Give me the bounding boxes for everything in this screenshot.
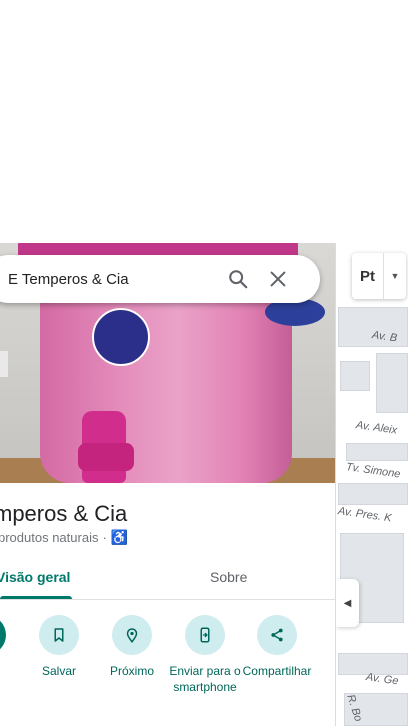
action-label: Enviar para o smartphone bbox=[169, 664, 241, 694]
action-label: Próximo bbox=[109, 664, 154, 678]
bookmark-icon bbox=[39, 615, 79, 655]
tab-about[interactable]: Sobre bbox=[210, 569, 247, 585]
layer-button[interactable]: Pt bbox=[352, 253, 384, 299]
chevron-down-icon[interactable]: ▼ bbox=[384, 253, 406, 299]
save-button[interactable]: Salvar bbox=[19, 615, 99, 679]
send-to-phone-icon bbox=[185, 615, 225, 655]
separator: · bbox=[102, 530, 107, 545]
nearby-icon bbox=[112, 615, 152, 655]
place-subtitle: produtos naturais · ♿ bbox=[0, 529, 128, 546]
place-category: produtos naturais bbox=[0, 530, 99, 545]
wheelchair-icon: ♿ bbox=[110, 529, 129, 545]
collapse-panel-button[interactable]: ◀ bbox=[336, 579, 359, 627]
nearby-button[interactable]: Próximo bbox=[92, 615, 172, 679]
chevron-left-icon: ◀ bbox=[343, 597, 352, 609]
active-tab-indicator bbox=[0, 596, 72, 599]
send-to-phone-button[interactable]: Enviar para o smartphone bbox=[165, 615, 245, 695]
layer-control[interactable]: Pt ▼ bbox=[352, 253, 406, 299]
search-input[interactable] bbox=[8, 270, 218, 288]
place-panel: mperos & Cia produtos naturais · ♿ Visão… bbox=[0, 243, 336, 726]
action-label: Salvar bbox=[41, 664, 76, 678]
search-icon[interactable] bbox=[218, 259, 258, 299]
page: Av. B Av. Aleix Tv. Simone Av. Pres. K A… bbox=[0, 0, 408, 726]
action-bar: s Salvar Próximo Enviar para o smartphon… bbox=[0, 615, 335, 715]
search-box[interactable] bbox=[0, 255, 320, 303]
action-label: Compartilhar bbox=[242, 664, 312, 678]
map-canvas[interactable]: Av. B Av. Aleix Tv. Simone Av. Pres. K A… bbox=[336, 243, 408, 726]
share-button[interactable]: Compartilhar bbox=[237, 615, 317, 679]
directions-icon bbox=[0, 615, 6, 655]
close-icon[interactable] bbox=[258, 259, 298, 299]
place-title: mperos & Cia bbox=[0, 501, 128, 526]
tab-overview[interactable]: Visão geral bbox=[0, 569, 70, 585]
share-icon bbox=[257, 615, 297, 655]
tab-bar: Visão geral Sobre bbox=[0, 563, 335, 600]
